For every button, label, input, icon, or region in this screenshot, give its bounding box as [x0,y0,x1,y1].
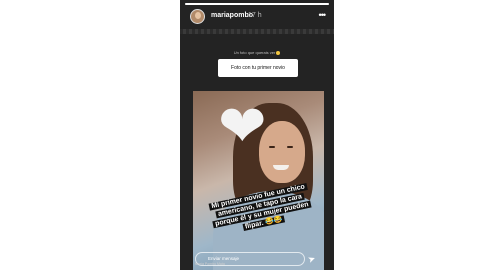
question-answer-text: Foto con tu primer novio [231,65,285,71]
story-progress-fill [185,3,329,5]
question-title-text: Un foto que querais ver [233,50,276,55]
story-progress-bar [185,3,329,5]
mention-text: María Pombo Mata [195,262,225,266]
avatar-face [195,12,201,19]
timestamp: 17 h [248,12,262,19]
heart-sticker-icon: ❤ [218,94,267,159]
smile-emoji-icon [276,50,281,55]
avatar[interactable] [190,9,205,24]
smile-shape [273,165,289,170]
right-eye [287,146,293,148]
torn-paper-divider [180,29,334,34]
question-sticker-answer: Foto con tu primer novio [218,59,298,77]
left-eye [269,146,275,148]
message-placeholder: Enviar mensaje [208,256,240,261]
story-photo: ❤ [193,91,324,270]
story-viewer: mariapombo 17 h ••• Un foto que querais … [180,0,334,270]
more-horizontal-icon[interactable]: ••• [319,10,327,20]
story-header: mariapombo 17 h ••• [180,8,334,26]
username[interactable]: mariapombo [211,12,253,19]
question-sticker-title: Un foto que querais ver [180,50,334,55]
